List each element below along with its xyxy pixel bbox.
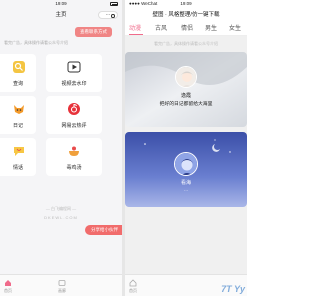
avatar (174, 152, 198, 176)
tile-label: 日记 (12, 123, 23, 129)
netease-music-icon (68, 103, 80, 115)
tab-male[interactable]: 男生 (205, 22, 217, 36)
category-tabs: 动漫 古风 情侣 男生 女生 (125, 22, 247, 36)
close-circle-icon[interactable] (111, 14, 115, 18)
wallpaper-background (125, 52, 247, 127)
tab-home[interactable]: 首页 (125, 275, 153, 294)
more-icon[interactable]: ··· (106, 12, 111, 18)
bottom-tab-bar: 首页 7T Yy (125, 274, 247, 296)
tile-love-words[interactable]: 情话 (0, 138, 36, 176)
page-title: 壁图 · 风格整理/仿一键下载 (152, 12, 220, 18)
watermark-logo: 7T Yy (221, 284, 245, 294)
tab-couple[interactable]: 情侣 (181, 22, 193, 36)
tile-label: 查询 (12, 81, 23, 87)
card-caption: ... (184, 188, 188, 193)
nav-bar: 壁图 · 风格整理/仿一键下载 (125, 8, 247, 22)
nav-bar: 主页 ··· (0, 8, 122, 22)
miniprogram-capsule[interactable]: ··· (98, 11, 118, 19)
status-bar: ●●●● WeChat 19:09 (125, 0, 247, 8)
avatar (175, 66, 197, 88)
wallpaper-card[interactable]: 逸霞 把好的日记都留给大海里 (125, 52, 247, 127)
wallpaper-feed: 看完广告，具体操作请看公众号介绍 逸霞 把好的日记都留给大海里 看海 ... (125, 36, 247, 288)
tab-gallery[interactable]: 画廊 (42, 275, 82, 294)
active-tab-indicator (129, 33, 143, 35)
share-button[interactable]: 分享给小伙伴 (85, 225, 122, 235)
video-play-icon (67, 61, 81, 73)
ad-tip: 看完广告，具体操作请看公众号介绍 (154, 41, 218, 46)
tab-label: 首页 (129, 288, 137, 293)
tab-label: 首页 (4, 288, 12, 293)
gallery-phone-screen: ●●●● WeChat 19:09 壁图 · 风格整理/仿一键下载 动漫 古风 … (125, 0, 247, 296)
chat-icon (14, 147, 24, 156)
tab-female[interactable]: 女生 (229, 22, 241, 36)
status-time: 19:09 (55, 1, 67, 6)
status-bar: 19:09 (0, 0, 122, 8)
footer-domain: DKEWL.COM (44, 215, 78, 220)
home-icon (5, 280, 11, 286)
tab-home[interactable]: 首页 (0, 275, 28, 294)
status-time: 19:09 (180, 1, 192, 6)
tile-label: 视频去水印 (61, 81, 87, 87)
card-username: 看海 (180, 180, 191, 186)
battery-icon (110, 2, 118, 6)
fox-icon (14, 105, 24, 114)
home-icon (129, 279, 137, 287)
tab-label: 画廊 (58, 288, 66, 293)
bottom-tab-bar: 首页 画廊 (0, 274, 122, 296)
search-icon (13, 61, 25, 73)
ad-tip: 看完广告，具体操作请看公众号介绍 (4, 40, 68, 45)
footer-brand: — 白飞编程网 — (45, 206, 77, 211)
card-caption: 把好的日记都留给大海里 (159, 102, 213, 107)
tile-label: 毒鸡汤 (66, 165, 82, 171)
tile-query[interactable]: 查询 (0, 54, 36, 92)
wallpaper-card[interactable]: 看海 ... (125, 132, 247, 207)
bowl-icon (69, 146, 79, 156)
card-username: 逸霞 (180, 93, 191, 99)
page-title: 主页 (55, 12, 67, 18)
home-content: 查看联系方式 看完广告，具体操作请看公众号介绍 查询 视频去水印 日记 网易云热… (0, 22, 122, 296)
tab-ancient[interactable]: 古风 (155, 22, 167, 36)
contact-button[interactable]: 查看联系方式 (75, 27, 112, 37)
tile-label: 情话 (12, 165, 23, 171)
home-phone-screen: 19:09 主页 ··· 查看联系方式 看完广告，具体操作请看公众号介绍 查询 (0, 0, 122, 296)
tile-netease-comments[interactable]: 网易云热评 (46, 96, 102, 134)
tile-chicken-soup[interactable]: 毒鸡汤 (46, 138, 102, 176)
tile-diary[interactable]: 日记 (0, 96, 36, 134)
tile-video-watermark[interactable]: 视频去水印 (46, 54, 102, 92)
tile-label: 网易云热评 (61, 123, 87, 129)
gallery-icon (58, 280, 66, 286)
